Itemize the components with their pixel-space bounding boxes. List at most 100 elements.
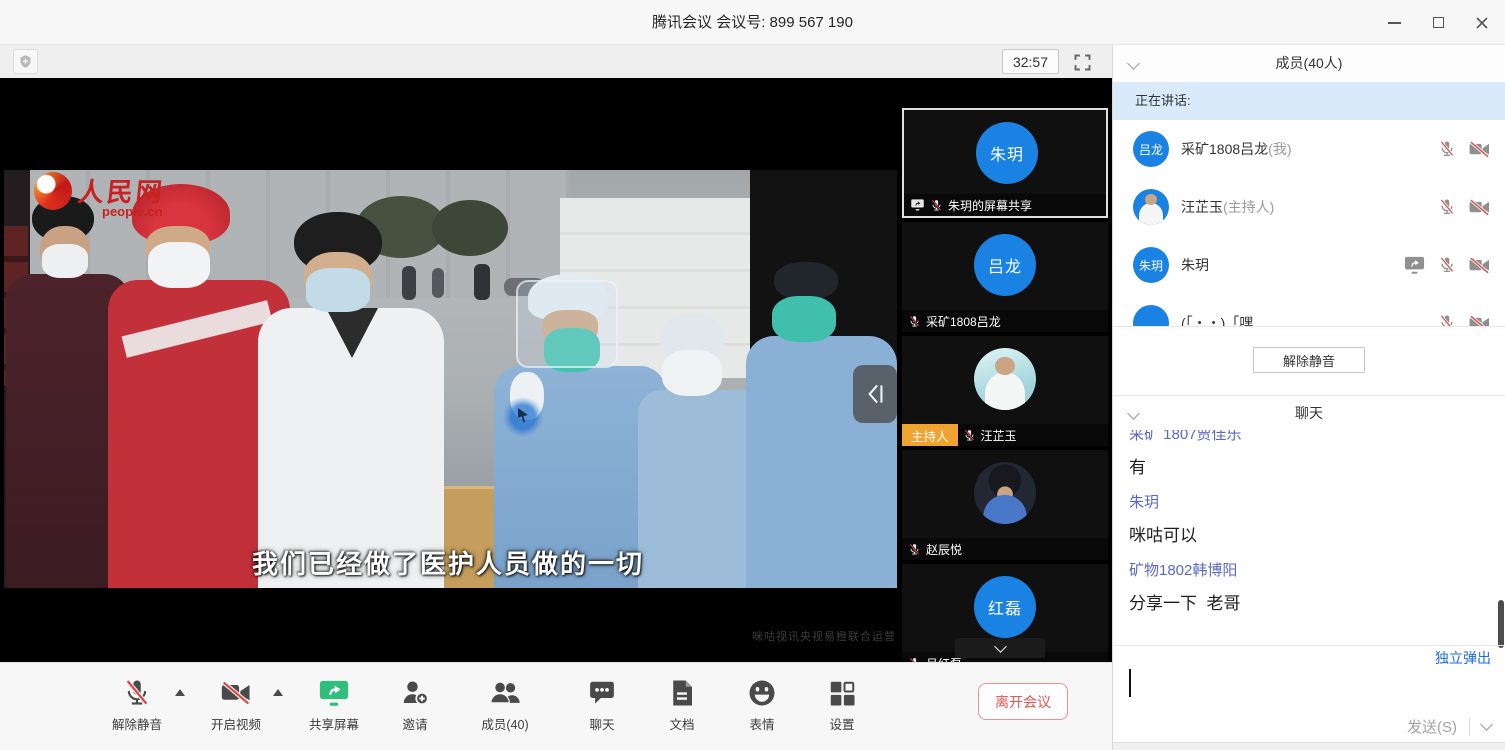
camera-off-icon[interactable] [1468,314,1491,327]
window-controls [1385,0,1491,45]
member-name: (「・・)「嘿 [1181,313,1253,326]
member-row[interactable]: 汪芷玉(主持人) [1113,178,1505,236]
avatar [974,348,1036,410]
send-row: 发送(S) [1113,711,1505,742]
panel-bottom-strip [1113,742,1505,750]
send-options-chevron[interactable] [1480,718,1493,731]
toolbar-docs-button[interactable]: 文档 [636,675,728,741]
toolbar-reactions-button[interactable]: 表情 [716,675,808,741]
mic-muted-icon [908,315,921,328]
member-row[interactable]: 吕龙 采矿1808吕龙(我) [1113,120,1505,178]
send-button[interactable]: 发送(S) [1407,716,1457,737]
toolbar-label: 邀请 [402,714,427,733]
chevron-down-icon [1127,407,1140,420]
thumbnail-collapse-button[interactable] [955,638,1045,658]
minimize-button[interactable] [1385,14,1403,32]
thumbnail-label: 主持人 汪芷玉 [902,424,1108,446]
chat-bubble-icon [587,678,617,708]
shared-video-frame: 人民网 people.cn 我们已经做了医护人员做的一切 [4,170,897,588]
meeting-security-button[interactable] [13,49,38,74]
side-panel: 成员(40人) 正在讲话: 吕龙 采矿1808吕龙(我) 汪芷玉(主持人) [1112,45,1505,750]
chat-collapse-button[interactable] [1129,409,1138,418]
toolbar-label: 成员(40) [481,714,528,733]
text-caret [1129,669,1131,697]
avatar [1133,189,1169,225]
chat-message-list[interactable]: 采矿 1807贾佳乐 有 朱玥 咪咕可以 矿物1802韩博阳 分享一下 老哥 [1113,430,1505,645]
video-options-arrow[interactable] [273,689,283,696]
member-status-icons [1438,294,1491,326]
peoplecn-logo: 人民网 people.cn [34,172,165,219]
divider [1469,718,1470,736]
member-row[interactable]: 朱玥 朱玥 [1113,236,1505,294]
fullscreen-button[interactable] [1070,50,1094,74]
toolbar-invite-button[interactable]: 邀请 [369,675,461,741]
chat-message-sender: 朱玥 [1129,491,1489,512]
avatar: 朱玥 [1133,247,1169,283]
scene-person [306,268,370,312]
participant-thumbnail[interactable]: 赵辰悦 [902,450,1108,560]
chat-message-text: 咪咕可以 [1129,521,1489,546]
mic-muted-icon[interactable] [1438,198,1456,216]
host-badge: 主持人 [902,424,958,446]
member-name: 汪芷玉(主持人) [1181,197,1274,217]
participant-thumbnail[interactable]: 吕龙 采矿1808吕龙 [902,222,1108,332]
toolbar-unmute-button[interactable]: 解除静音 [91,675,183,741]
thumbnail-label: 采矿1808吕龙 [902,310,1108,332]
mic-muted-icon [908,543,921,556]
toolbar-start-video-button[interactable]: 开启视频 [190,675,282,741]
members-collapse-button[interactable] [1129,59,1138,68]
member-name-text: (「・・)「嘿 [1181,315,1253,326]
toolbar-share-screen-button[interactable]: 共享屏幕 [288,675,380,741]
close-icon [1475,16,1489,30]
chevron-down-icon [994,640,1007,653]
leave-meeting-button[interactable]: 离开会议 [978,683,1068,720]
mic-muted-icon[interactable] [1438,140,1456,158]
toolbar-chat-button[interactable]: 聊天 [556,675,648,741]
toolbar-label: 设置 [829,714,854,733]
camera-off-icon[interactable] [1468,256,1491,275]
scene-person [772,296,836,342]
mic-options-arrow[interactable] [175,689,185,696]
mic-muted-icon [930,199,943,212]
maximize-icon [1433,17,1444,28]
maximize-button[interactable] [1429,14,1447,32]
member-status-icons [1403,236,1491,294]
members-panel-header: 成员(40人) [1113,45,1505,82]
screen-sharing-icon[interactable] [1403,255,1426,276]
members-panel-title: 成员(40人) [1113,45,1505,82]
scene-shape [432,200,508,256]
members-icon [489,678,521,708]
avatar: 吕龙 [1133,131,1169,167]
filmstrip-collapse-button[interactable] [853,365,897,423]
settings-grid-icon [827,678,857,708]
shield-icon [18,54,33,69]
toolbar-settings-button[interactable]: 设置 [796,675,888,741]
member-row[interactable]: (「・・)「嘿 [1113,294,1505,326]
thumbnail-name: 汪芷玉 [981,427,1017,444]
toolbar-members-button[interactable]: 成员(40) [459,675,551,741]
toolbar-label: 聊天 [589,714,614,733]
close-button[interactable] [1473,14,1491,32]
screen-share-icon [910,198,925,212]
chat-popout-row: 独立弹出 [1113,645,1505,665]
participant-thumbnail[interactable]: 主持人 汪芷玉 [902,336,1108,446]
mic-muted-icon[interactable] [1438,256,1456,274]
shared-screen-stage: 人民网 people.cn 我们已经做了医护人员做的一切 咪咕视讯央视易橙联合运… [0,78,1112,662]
camera-off-icon[interactable] [1468,198,1491,217]
logo-text-cn: 人民网 [76,172,167,209]
member-name: 朱玥 [1181,255,1209,275]
chat-input[interactable] [1113,665,1505,711]
mic-muted-icon[interactable] [1438,314,1456,326]
unmute-button[interactable]: 解除静音 [1253,347,1365,373]
invite-person-icon [400,678,430,708]
camera-off-icon[interactable] [1468,140,1491,159]
meeting-timer-value: 32:57 [1013,54,1048,70]
window-title: 腾讯会议 会议号: 899 567 190 [0,0,1505,45]
participant-thumbnail[interactable]: 朱玥 朱玥的屏幕共享 [902,108,1108,218]
toolbar-label: 共享屏幕 [309,714,359,733]
document-icon [669,678,695,708]
scene-person [148,242,210,288]
scene-person [42,244,88,278]
scene-shape [474,264,490,300]
screen-share-icon [317,678,351,709]
